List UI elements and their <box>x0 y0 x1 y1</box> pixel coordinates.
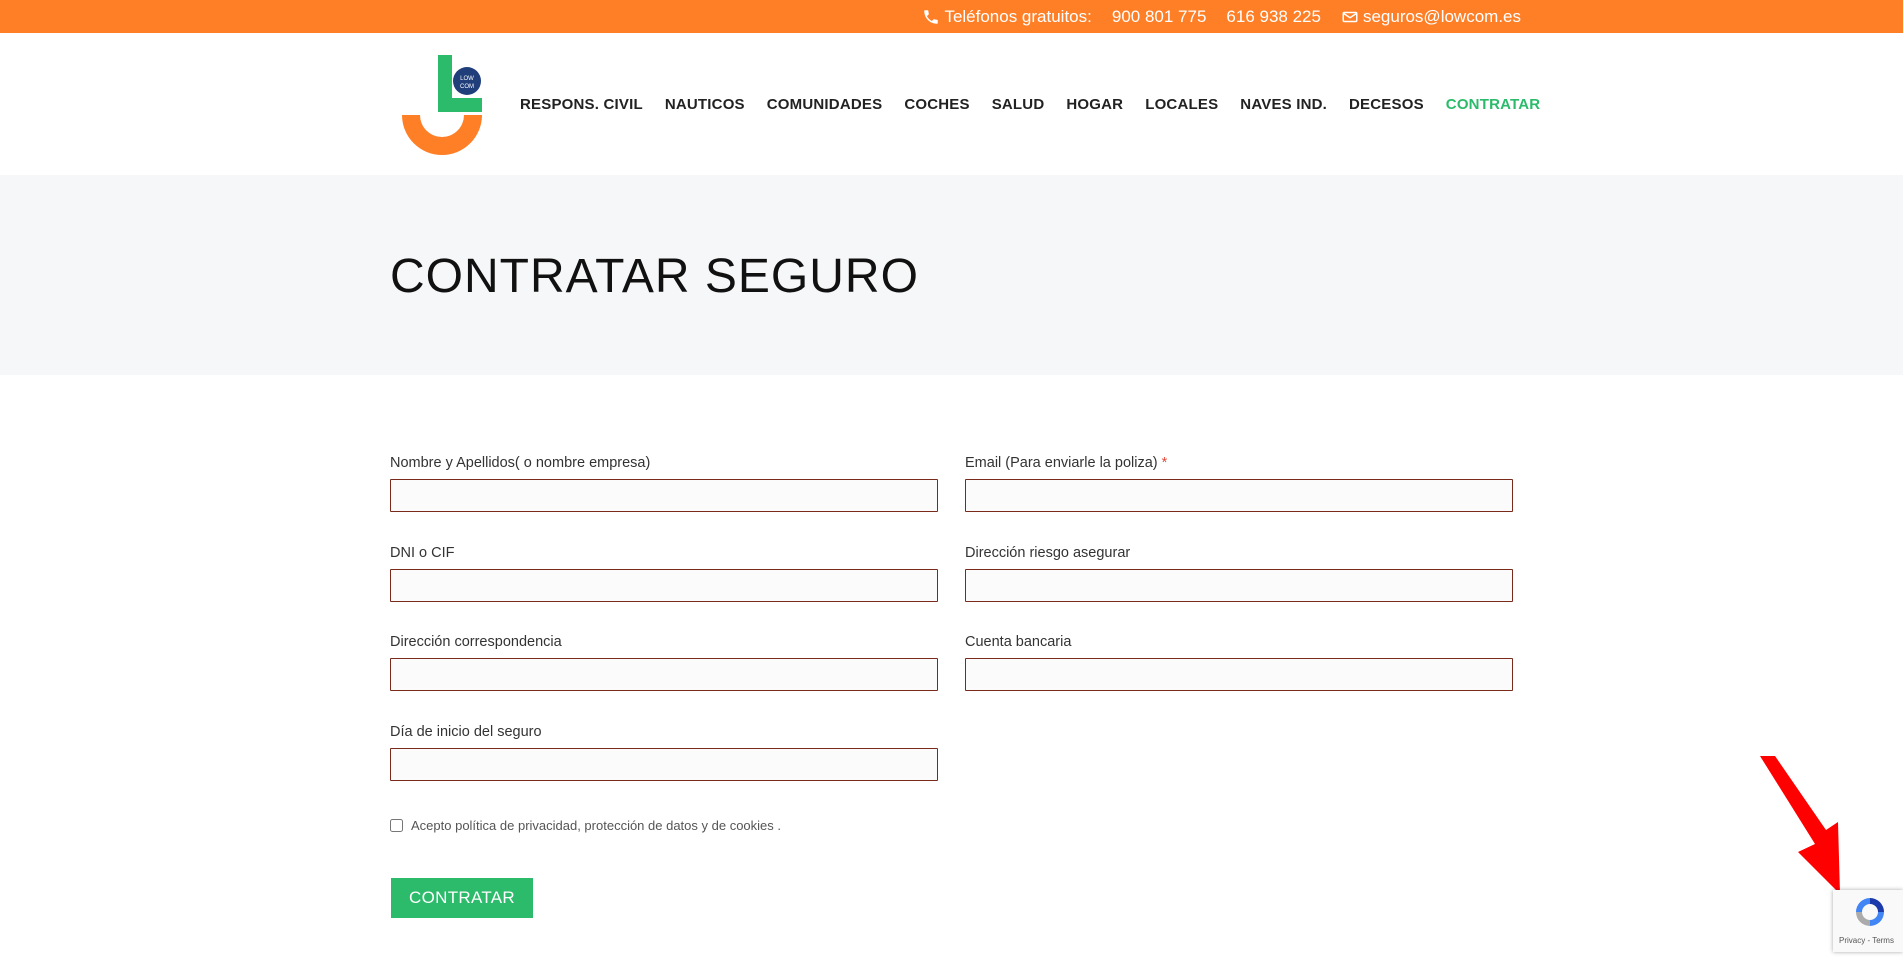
contratar-submit-button[interactable]: CONTRATAR <box>391 878 533 918</box>
risk-address-field-group: Dirección riesgo asegurar <box>965 545 1513 602</box>
email-input[interactable] <box>965 479 1513 512</box>
nav-item-respons-civil[interactable]: RESPONS. CIVIL <box>520 96 643 113</box>
start-date-field-group: Día de inicio del seguro <box>390 724 938 781</box>
recaptcha-badge[interactable]: Privacy - Terms <box>1833 890 1903 952</box>
page-title: CONTRATAR SEGURO <box>390 250 919 303</box>
email-label-wrap: Email (Para enviarle la poliza) * <box>965 455 1513 471</box>
consent-checkbox[interactable] <box>390 819 403 832</box>
required-mark: * <box>1161 455 1168 471</box>
nav-item-contratar[interactable]: CONTRATAR <box>1446 96 1541 113</box>
nav-item-salud[interactable]: SALUD <box>992 96 1045 113</box>
name-label: Nombre y Apellidos( o nombre empresa) <box>390 455 651 471</box>
nav-item-nauticos[interactable]: NAUTICOS <box>665 96 745 113</box>
main-nav: RESPONS. CIVIL NAUTICOS COMUNIDADES COCH… <box>520 33 1540 175</box>
bank-account-field-group: Cuenta bancaria <box>965 634 1513 691</box>
nav-item-comunidades[interactable]: COMUNIDADES <box>767 96 883 113</box>
envelope-icon <box>1341 8 1359 26</box>
phone-link-1[interactable]: 900 801 775 <box>1112 7 1207 27</box>
mail-address-label: Dirección correspondencia <box>390 634 562 650</box>
email-field-group: Email (Para enviarle la poliza) * <box>965 455 1513 512</box>
logo-text-low: LOW <box>460 76 474 82</box>
start-date-input[interactable] <box>390 748 938 781</box>
email-link[interactable]: seguros@lowcom.es <box>1341 7 1521 27</box>
recaptcha-icon <box>1853 895 1887 929</box>
mail-address-input[interactable] <box>390 658 938 691</box>
name-field-group: Nombre y Apellidos( o nombre empresa) <box>390 455 938 512</box>
risk-address-label: Dirección riesgo asegurar <box>965 545 1131 561</box>
red-arrow-annotation <box>1760 756 1840 894</box>
dni-field-group: DNI o CIF <box>390 545 938 602</box>
page-hero: CONTRATAR SEGURO <box>0 175 1903 375</box>
bank-account-label: Cuenta bancaria <box>965 634 1072 650</box>
dni-input[interactable] <box>390 569 938 602</box>
nav-item-hogar[interactable]: HOGAR <box>1066 96 1123 113</box>
bank-account-input[interactable] <box>965 658 1513 691</box>
phone-icon <box>922 8 940 26</box>
recaptcha-links[interactable]: Privacy - Terms <box>1839 936 1894 945</box>
nav-item-coches[interactable]: COCHES <box>904 96 969 113</box>
dni-label: DNI o CIF <box>390 545 455 561</box>
risk-address-input[interactable] <box>965 569 1513 602</box>
phones-group: Teléfonos gratuitos: <box>922 6 1092 27</box>
consent-row[interactable]: Acepto política de privacidad, protecció… <box>390 818 781 833</box>
nav-item-locales[interactable]: LOCALES <box>1145 96 1218 113</box>
consent-label: Acepto política de privacidad, protecció… <box>411 818 781 833</box>
nav-item-decesos[interactable]: DECESOS <box>1349 96 1424 113</box>
email-label: Email (Para enviarle la poliza) <box>965 455 1158 471</box>
phone-link-2[interactable]: 616 938 225 <box>1226 7 1321 27</box>
name-input[interactable] <box>390 479 938 512</box>
mail-address-field-group: Dirección correspondencia <box>390 634 938 691</box>
logo-text-com: COM <box>460 84 474 90</box>
top-contact-bar: Teléfonos gratuitos: 900 801 775 616 938… <box>0 0 1903 33</box>
nav-item-naves-ind[interactable]: NAVES IND. <box>1240 96 1327 113</box>
email-text: seguros@lowcom.es <box>1362 6 1521 26</box>
site-header: LOW COM RESPONS. CIVIL NAUTICOS COMUNIDA… <box>0 33 1903 175</box>
start-date-label: Día de inicio del seguro <box>390 724 542 740</box>
phones-label: Teléfonos gratuitos: <box>944 6 1092 26</box>
site-logo[interactable]: LOW COM <box>400 53 485 158</box>
